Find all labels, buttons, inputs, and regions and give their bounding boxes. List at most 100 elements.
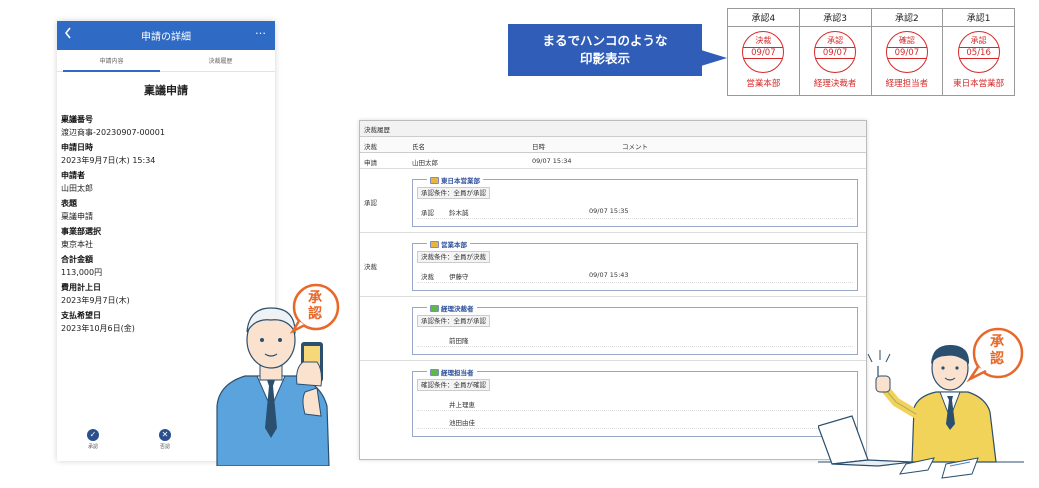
reject-button[interactable]: ✕ 否認 xyxy=(129,417,201,461)
entry-datetime: 09/07 15:35 xyxy=(589,207,629,215)
history-header-row: 決裁 氏名 日時 コメント xyxy=(360,137,866,153)
tab-request-content[interactable]: 申請内容 xyxy=(57,50,166,72)
history-row-apply: 申請 山田太郎 09/07 15:34 xyxy=(360,153,866,169)
stamp-header: 承認2 xyxy=(871,9,943,27)
back-button[interactable] xyxy=(64,26,72,44)
group-dept: 経理決裁者 xyxy=(441,305,474,313)
history-title: 決裁履歴 xyxy=(360,121,866,137)
field-value: 稟議申請 xyxy=(61,212,93,221)
callout-line-1: まるでハンコのような xyxy=(542,33,668,48)
stamp-column: 承認4 決裁 09/07 営業本部 xyxy=(728,9,800,95)
stamp-date: 09/07 xyxy=(743,46,784,59)
group-condition: 確認条件：全員が確認 xyxy=(417,379,490,391)
stamp-column: 承認3 承認 09/07 経理決裁者 xyxy=(799,9,872,95)
role-icon xyxy=(430,304,439,312)
col-header-action: 決裁 xyxy=(364,143,377,151)
approval-speech-bubble: 承 認 xyxy=(966,327,1026,383)
stamp-date: 09/07 xyxy=(886,46,927,59)
field-label: 稟議番号 xyxy=(61,115,93,124)
form-title: 稟議申請 xyxy=(144,84,188,97)
check-icon: ✓ xyxy=(87,428,99,441)
tab-approval-history[interactable]: 決裁履歴 xyxy=(166,50,275,71)
hanko-stamp: 承認 05/16 xyxy=(957,31,1000,73)
bubble-text-2: 認 xyxy=(308,306,322,322)
field-value: 渡辺商事-20230907-00001 xyxy=(61,128,165,137)
field-value: 山田太郎 xyxy=(61,184,93,193)
header-title: 申請の詳細 xyxy=(141,32,191,43)
approve-label: 承認 xyxy=(87,443,98,450)
group-legend: 経理担当者 xyxy=(427,367,477,377)
stamp-action: 承認 xyxy=(827,35,844,45)
stamp-department: 東日本営業部 xyxy=(953,79,1005,89)
group-condition: 承認条件：全員が承認 xyxy=(417,187,490,199)
field-label: 合計金額 xyxy=(61,255,93,264)
stamp-header: 承認1 xyxy=(943,9,1014,27)
stamp-action: 決裁 xyxy=(755,35,772,45)
hanko-stamp: 確認 09/07 xyxy=(885,31,928,73)
col-header-comment: コメント xyxy=(622,143,648,151)
stamp-date: 05/16 xyxy=(958,46,999,59)
entry-name: 井上理恵 xyxy=(449,401,475,409)
stamp-department: 経理担当者 xyxy=(885,79,929,89)
stamp-column: 承認1 承認 05/16 東日本営業部 xyxy=(943,9,1014,95)
stamp-header: 承認3 xyxy=(799,9,871,27)
history-group-row: 承認 東日本営業部 承認条件：全員が承認 承認 鈴木誠 09/07 15:35 xyxy=(360,169,866,233)
approval-speech-bubble: 承 認 xyxy=(289,283,340,334)
row-action: 申請 xyxy=(364,159,377,167)
bubble-text-1: 承 xyxy=(308,290,322,306)
entry-datetime: 09/07 15:43 xyxy=(589,271,629,279)
stamp-action: 承認 xyxy=(970,35,987,45)
approver-group: 経理決裁者 承認条件：全員が承認 前田隆 xyxy=(412,303,858,355)
entry-name: 前田隆 xyxy=(449,337,469,345)
stamp-action: 確認 xyxy=(898,35,915,45)
col-header-name: 氏名 xyxy=(412,143,425,151)
history-group-row: 経理担当者 確認条件：全員が確認 井上理恵 池田由佳 xyxy=(360,361,866,445)
row-label: 決裁 xyxy=(364,263,377,271)
group-legend: 東日本営業部 xyxy=(427,175,483,185)
field-value: 113,000円 xyxy=(61,268,103,277)
bubble-text-1: 承 xyxy=(990,334,1004,350)
stamp-department: 経理決裁者 xyxy=(813,79,857,89)
group-condition: 決裁条件：全員が決裁 xyxy=(417,251,490,263)
entry-action: 承認 xyxy=(421,209,434,217)
stamp-column: 承認2 確認 09/07 経理担当者 xyxy=(871,9,944,95)
entry-name: 鈴木誠 xyxy=(449,209,469,217)
group-dept: 東日本営業部 xyxy=(441,177,480,185)
approver-group: 経理担当者 確認条件：全員が確認 井上理恵 池田由佳 xyxy=(412,367,858,437)
group-condition: 承認条件：全員が承認 xyxy=(417,315,490,327)
approve-button[interactable]: ✓ 承認 xyxy=(57,417,129,461)
field-label: 事業部選択 xyxy=(61,227,101,236)
row-label: 承認 xyxy=(364,199,377,207)
group-dept: 経理担当者 xyxy=(441,369,474,377)
approval-history-panel: 決裁履歴 決裁 氏名 日時 コメント 申請 山田太郎 09/07 15:34 承… xyxy=(359,120,867,460)
row-datetime: 09/07 15:34 xyxy=(532,157,572,165)
group-dept: 営業本部 xyxy=(441,241,467,249)
group-legend: 経理決裁者 xyxy=(427,303,477,313)
close-icon: ✕ xyxy=(159,428,171,441)
callout-line-2: 印影表示 xyxy=(579,51,630,66)
department-icon xyxy=(430,176,439,184)
row-name: 山田太郎 xyxy=(412,159,438,167)
stamp-date: 09/07 xyxy=(815,46,856,59)
bubble-text-2: 認 xyxy=(990,351,1004,367)
entry-name: 池田由佳 xyxy=(449,419,475,427)
feature-callout: まるでハンコのような 印影表示 xyxy=(508,24,702,76)
field-label: 申請日時 xyxy=(61,143,93,152)
field-value: 2023年9月7日(木) 15:34 xyxy=(61,156,156,165)
stamp-department: 営業本部 xyxy=(746,79,781,89)
group-legend: 営業本部 xyxy=(427,239,470,249)
department-icon xyxy=(430,240,439,248)
reject-label: 否認 xyxy=(159,443,170,450)
approver-group: 営業本部 決裁条件：全員が決裁 決裁 伊藤守 09/07 15:43 xyxy=(412,239,858,291)
hanko-stamp: 決裁 09/07 xyxy=(742,31,785,73)
entry-action: 決裁 xyxy=(421,273,434,281)
app-header: 申請の詳細 … xyxy=(57,21,275,50)
hanko-stamp: 承認 09/07 xyxy=(814,31,857,73)
tab-bar: 申請内容 決裁履歴 xyxy=(57,50,275,72)
more-menu-button[interactable]: … xyxy=(255,24,267,37)
history-group-row: 経理決裁者 承認条件：全員が承認 前田隆 xyxy=(360,297,866,361)
callout-pointer xyxy=(701,50,727,66)
field-label: 申請者 xyxy=(61,171,85,180)
field-value: 東京本社 xyxy=(61,240,93,249)
approver-group: 東日本営業部 承認条件：全員が承認 承認 鈴木誠 09/07 15:35 xyxy=(412,175,858,227)
